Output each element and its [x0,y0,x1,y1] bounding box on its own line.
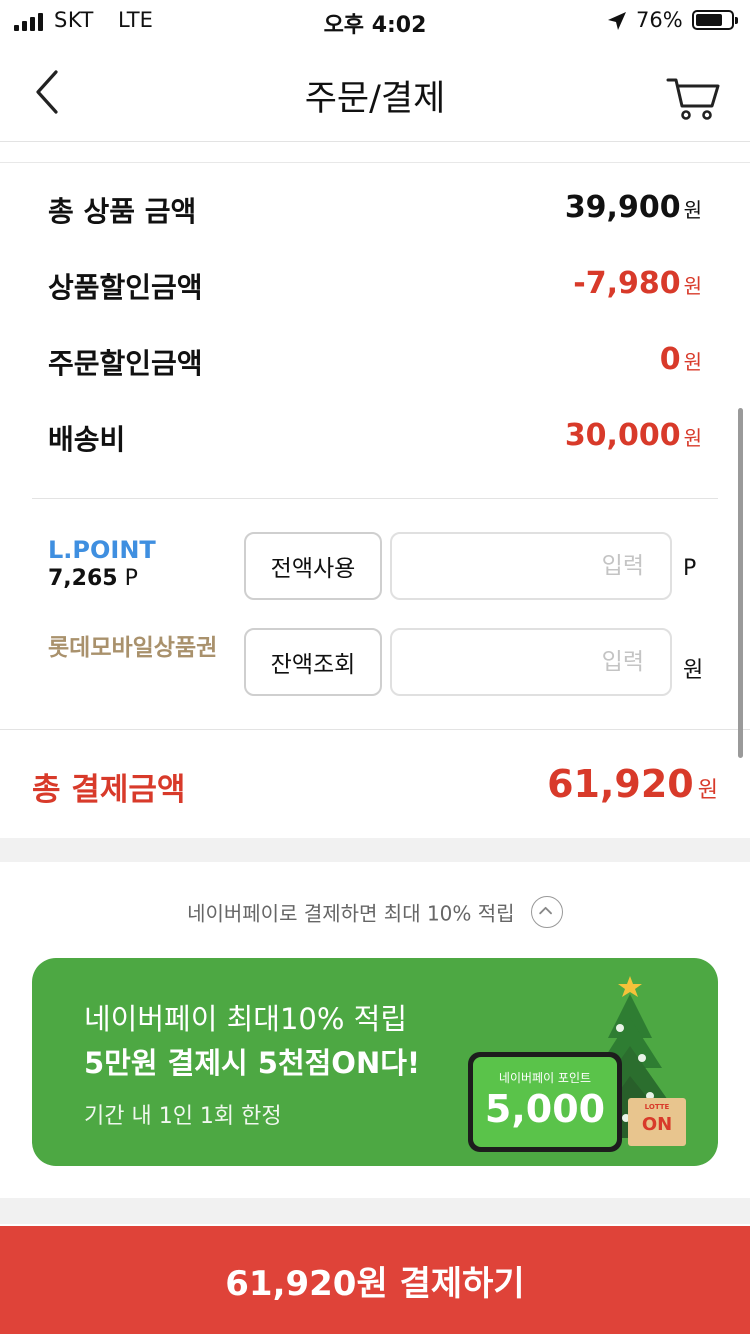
summary-label: 총 상품 금액 [48,195,197,228]
summary-amount: 30,000 [564,418,681,453]
summary-unit: 원 [683,350,702,374]
box-logo-text: LOTTE [644,1103,670,1111]
battery-icon [692,10,738,30]
naver-pay-promo-banner[interactable]: 네이버페이 최대10% 적립 5만원 결제시 5천점ON다! 기간 내 1인 1… [32,958,718,1166]
scrollbar[interactable] [738,408,743,758]
summary-label: 주문할인금액 [48,347,203,380]
battery-level [696,14,722,26]
location-arrow-icon [608,12,626,30]
page-title: 주문/결제 [304,79,446,119]
summary-value: 0원 [660,342,702,377]
summary-value: -7,980 원 [573,266,702,301]
banner-line-1: 네이버페이 최대10% 적립 [84,1002,408,1036]
summary-row-order-discount: 주문할인금액 0원 [48,342,702,382]
voucher-title: 롯데모바일상품권 [48,635,218,661]
summary-value: 30,000 원 [565,418,702,453]
summary-label: 배송비 [48,423,126,456]
use-all-points-button[interactable]: 전액사용 [244,532,382,600]
summary-row-shipping: 배송비 30,000 원 [48,418,702,458]
lpoint-balance-unit: P [124,566,138,591]
pay-button[interactable]: 61,920원 결제하기 [0,1226,750,1334]
section-gap [0,143,750,163]
point-card-value: 5,000 [484,1087,606,1131]
voucher-input[interactable] [390,628,672,696]
total-label: 총 결제금액 [32,772,186,808]
point-card-label: 네이버페이 포인트 [498,1071,592,1085]
naver-pay-note-text: 네이버페이로 결제하면 최대 10% 적립 [187,901,515,926]
cart-icon[interactable] [664,72,720,122]
summary-amount: 39,900 [564,190,681,225]
total-amount: 61,920 [547,762,694,806]
collapse-button[interactable] [530,896,563,928]
total-unit: 원 [697,778,718,803]
banner-line-2: 5만원 결제시 5천점ON다! [84,1046,421,1080]
lpoint-balance: 7,265 P [48,566,138,591]
lpoint-unit: P [683,556,697,581]
summary-row-product-discount: 상품할인금액 -7,980 원 [48,266,702,306]
point-card-screen: 네이버페이 포인트 5,000 [473,1057,617,1147]
voucher-unit: 원 [683,658,704,683]
summary-unit: 원 [683,274,702,298]
naver-pay-note: 네이버페이로 결제하면 최대 10% 적립 [0,896,750,928]
status-bar: SKT LTE 오후 4:02 76% [0,0,750,40]
lpoint-input[interactable] [390,532,672,600]
divider [0,729,750,730]
summary-amount: 0 [659,342,681,377]
header: 주문/결제 [0,40,750,142]
section-separator [0,838,750,862]
total-value: 61,920 원 [547,762,718,806]
banner-line-3: 기간 내 1인 1회 한정 [84,1104,282,1129]
lpoint-balance-value: 7,265 [48,566,118,591]
summary-value: 39,900 원 [565,190,702,225]
section-separator [0,1198,750,1224]
summary-label: 상품할인금액 [48,271,203,304]
chevron-up-icon [539,906,552,915]
check-balance-button[interactable]: 잔액조회 [244,628,382,696]
summary-amount: -7,980 [573,266,681,301]
point-card: 네이버페이 포인트 5,000 [468,1052,622,1152]
summary-unit: 원 [683,198,702,222]
box-on-text: ON [641,1114,673,1135]
lotte-on-gift-box: LOTTE ON [628,1098,686,1146]
summary-unit: 원 [683,426,702,450]
divider [32,498,718,499]
summary-row-total-products: 총 상품 금액 39,900 원 [48,190,702,230]
lpoint-title: L.POINT [48,536,156,564]
battery-percent: 76% [636,8,683,32]
